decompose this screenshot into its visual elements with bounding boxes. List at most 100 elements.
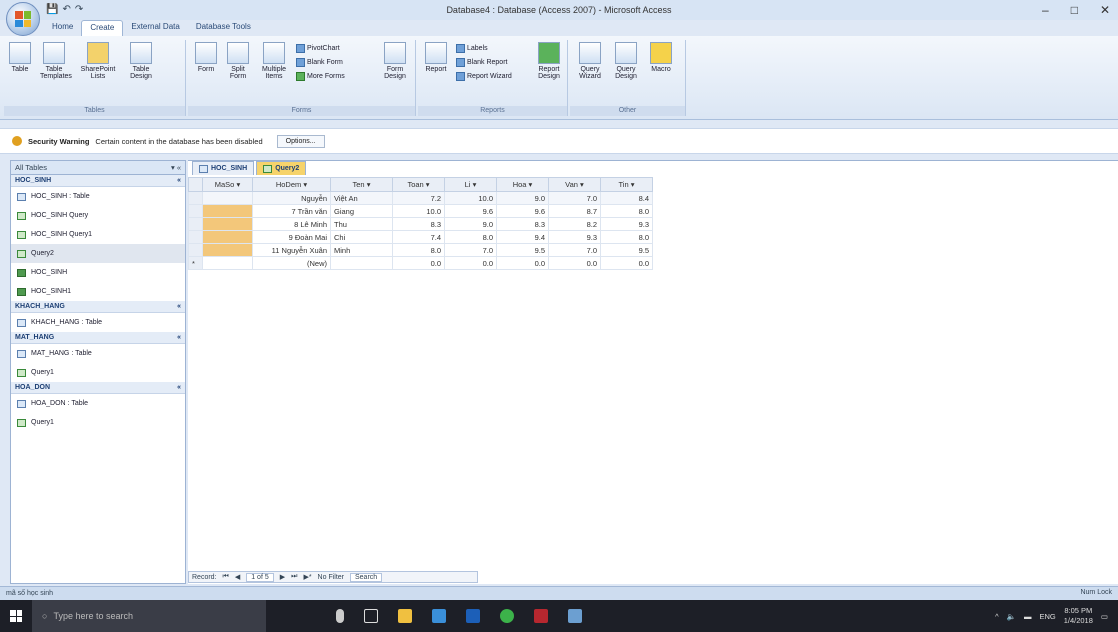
table-cell[interactable]: 10.0 bbox=[444, 191, 497, 205]
chevron-down-icon[interactable]: ▾ bbox=[234, 180, 240, 189]
paint-icon[interactable] bbox=[568, 609, 582, 623]
query-design-button[interactable]: Query Design bbox=[610, 42, 642, 80]
blank-report-button[interactable]: Blank Report bbox=[456, 58, 507, 67]
select-all-cell[interactable] bbox=[188, 177, 203, 192]
report-wizard-button[interactable]: Report Wizard bbox=[456, 72, 512, 81]
table-cell[interactable]: 0.0 bbox=[392, 256, 445, 270]
column-header[interactable]: Tin ▾ bbox=[600, 177, 653, 192]
macro-button[interactable]: Macro bbox=[646, 42, 676, 73]
chevron-down-icon[interactable]: ▾ bbox=[470, 180, 477, 189]
close-button[interactable]: ✕ bbox=[1100, 3, 1110, 17]
table-cell[interactable]: 9.0 bbox=[444, 217, 497, 231]
maximize-button[interactable]: □ bbox=[1071, 3, 1078, 17]
previous-record-button[interactable]: ◀ bbox=[235, 573, 240, 581]
chevron-down-icon[interactable]: ▾ bbox=[578, 180, 584, 189]
table-cell[interactable] bbox=[202, 256, 253, 270]
start-button[interactable] bbox=[0, 600, 32, 632]
table-cell[interactable]: Thu bbox=[330, 217, 393, 231]
row-selector[interactable] bbox=[188, 191, 203, 205]
pivotchart-button[interactable]: PivotChart bbox=[296, 44, 340, 53]
collapse-icon[interactable]: « bbox=[177, 177, 181, 184]
task-view-icon[interactable] bbox=[364, 609, 378, 623]
minimize-button[interactable]: – bbox=[1042, 3, 1049, 17]
table-cell[interactable]: 9.6 bbox=[496, 204, 549, 218]
table-cell[interactable]: Chi bbox=[330, 230, 393, 244]
collapse-icon[interactable]: « bbox=[177, 334, 181, 341]
nav-item[interactable]: Query2 bbox=[11, 244, 185, 263]
nav-group-header[interactable]: HOA_DON « bbox=[11, 382, 185, 394]
table-cell[interactable]: 8.0 bbox=[600, 204, 653, 218]
column-header[interactable]: Li ▾ bbox=[444, 177, 497, 192]
more-forms-button[interactable]: More Forms bbox=[296, 72, 345, 81]
table-cell[interactable]: 8.2 bbox=[548, 217, 601, 231]
table-cell[interactable]: 10.0 bbox=[392, 204, 445, 218]
column-header[interactable]: MaSo ▾ bbox=[202, 177, 253, 192]
table-cell[interactable] bbox=[330, 256, 393, 270]
table-row[interactable]: 7 Trần văn Giang 10.0 9.6 9.6 8.7 8.0 bbox=[188, 204, 653, 218]
nav-item[interactable]: HOC_SINH Query bbox=[11, 206, 185, 225]
table-cell[interactable] bbox=[202, 230, 253, 244]
chevron-down-icon[interactable]: ▾ bbox=[629, 180, 635, 189]
table-row[interactable]: 9 Đoàn Mai Chi 7.4 8.0 9.4 9.3 8.0 bbox=[188, 230, 653, 244]
tab-create[interactable]: Create bbox=[81, 20, 124, 36]
nav-header[interactable]: All Tables ▾ « bbox=[11, 161, 185, 175]
nav-item[interactable]: HOC_SINH : Table bbox=[11, 187, 185, 206]
word-icon[interactable] bbox=[466, 609, 480, 623]
table-cell[interactable]: 7.0 bbox=[444, 243, 497, 257]
table-cell[interactable]: 11 Nguyễn Xuân bbox=[252, 243, 331, 257]
table-button[interactable]: Table bbox=[6, 42, 34, 73]
table-cell[interactable]: 7.0 bbox=[548, 191, 601, 205]
table-cell[interactable]: Nguyễn bbox=[252, 191, 331, 205]
tab-external-data[interactable]: External Data bbox=[123, 20, 187, 36]
table-cell[interactable]: 8.3 bbox=[496, 217, 549, 231]
nav-item[interactable]: MAT_HANG : Table bbox=[11, 344, 185, 363]
nav-item[interactable]: KHACH_HANG : Table bbox=[11, 313, 185, 332]
office-button[interactable] bbox=[6, 2, 40, 36]
row-selector[interactable]: * bbox=[188, 256, 203, 270]
chevron-down-icon[interactable]: ▾ bbox=[301, 180, 307, 189]
volume-icon[interactable]: 🔈 bbox=[1007, 612, 1016, 621]
column-header[interactable]: Van ▾ bbox=[548, 177, 601, 192]
table-cell[interactable]: 7.2 bbox=[392, 191, 445, 205]
clock[interactable]: 8:05 PM 1/4/2018 bbox=[1064, 606, 1093, 626]
table-cell[interactable] bbox=[202, 191, 253, 205]
table-cell[interactable]: 8.3 bbox=[392, 217, 445, 231]
table-cell[interactable]: 9.3 bbox=[548, 230, 601, 244]
table-cell[interactable]: 8.0 bbox=[600, 230, 653, 244]
row-selector[interactable] bbox=[188, 204, 203, 218]
table-cell[interactable]: 7.0 bbox=[548, 243, 601, 257]
language-indicator[interactable]: ENG bbox=[1039, 612, 1055, 621]
tab-home[interactable]: Home bbox=[44, 20, 81, 36]
table-design-button[interactable]: Table Design bbox=[124, 42, 158, 80]
table-cell[interactable]: 9 Đoàn Mai bbox=[252, 230, 331, 244]
table-cell[interactable]: 0.0 bbox=[496, 256, 549, 270]
table-row[interactable]: 11 Nguyễn Xuân Minh 8.0 7.0 9.5 7.0 9.5 bbox=[188, 243, 653, 257]
table-cell[interactable]: Giang bbox=[330, 204, 393, 218]
column-header[interactable]: HoDem ▾ bbox=[252, 177, 331, 192]
first-record-button[interactable]: ⏮ bbox=[223, 573, 229, 581]
nav-item[interactable]: HOC_SINH Query1 bbox=[11, 225, 185, 244]
collapse-icon[interactable]: « bbox=[177, 384, 181, 391]
access-icon[interactable] bbox=[534, 609, 548, 623]
table-cell[interactable]: 8.4 bbox=[600, 191, 653, 205]
table-cell[interactable]: Minh bbox=[330, 243, 393, 257]
table-cell[interactable] bbox=[202, 204, 253, 218]
nav-group-header[interactable]: MAT_HANG « bbox=[11, 332, 185, 344]
file-explorer-icon[interactable] bbox=[398, 609, 412, 623]
form-button[interactable]: Form bbox=[192, 42, 220, 73]
tab-database-tools[interactable]: Database Tools bbox=[188, 20, 259, 36]
table-cell[interactable]: 8 Lê Minh bbox=[252, 217, 331, 231]
table-row[interactable]: Nguyễn Việt An 7.2 10.0 9.0 7.0 8.4 bbox=[188, 191, 653, 205]
table-cell[interactable]: Việt An bbox=[330, 191, 393, 205]
record-position-field[interactable]: 1 of 5 bbox=[246, 572, 274, 582]
nav-item[interactable]: HOC_SINH bbox=[11, 263, 185, 282]
query-wizard-button[interactable]: Query Wizard bbox=[574, 42, 606, 80]
chevron-down-icon[interactable]: ▾ bbox=[365, 180, 371, 189]
table-cell[interactable]: (New) bbox=[252, 256, 331, 270]
split-form-button[interactable]: Split Form bbox=[224, 42, 252, 80]
table-cell[interactable]: 9.5 bbox=[496, 243, 549, 257]
nav-item[interactable]: HOC_SINH1 bbox=[11, 282, 185, 301]
table-cell[interactable]: 9.0 bbox=[496, 191, 549, 205]
store-icon[interactable] bbox=[432, 609, 446, 623]
next-record-button[interactable]: ▶ bbox=[280, 573, 285, 581]
